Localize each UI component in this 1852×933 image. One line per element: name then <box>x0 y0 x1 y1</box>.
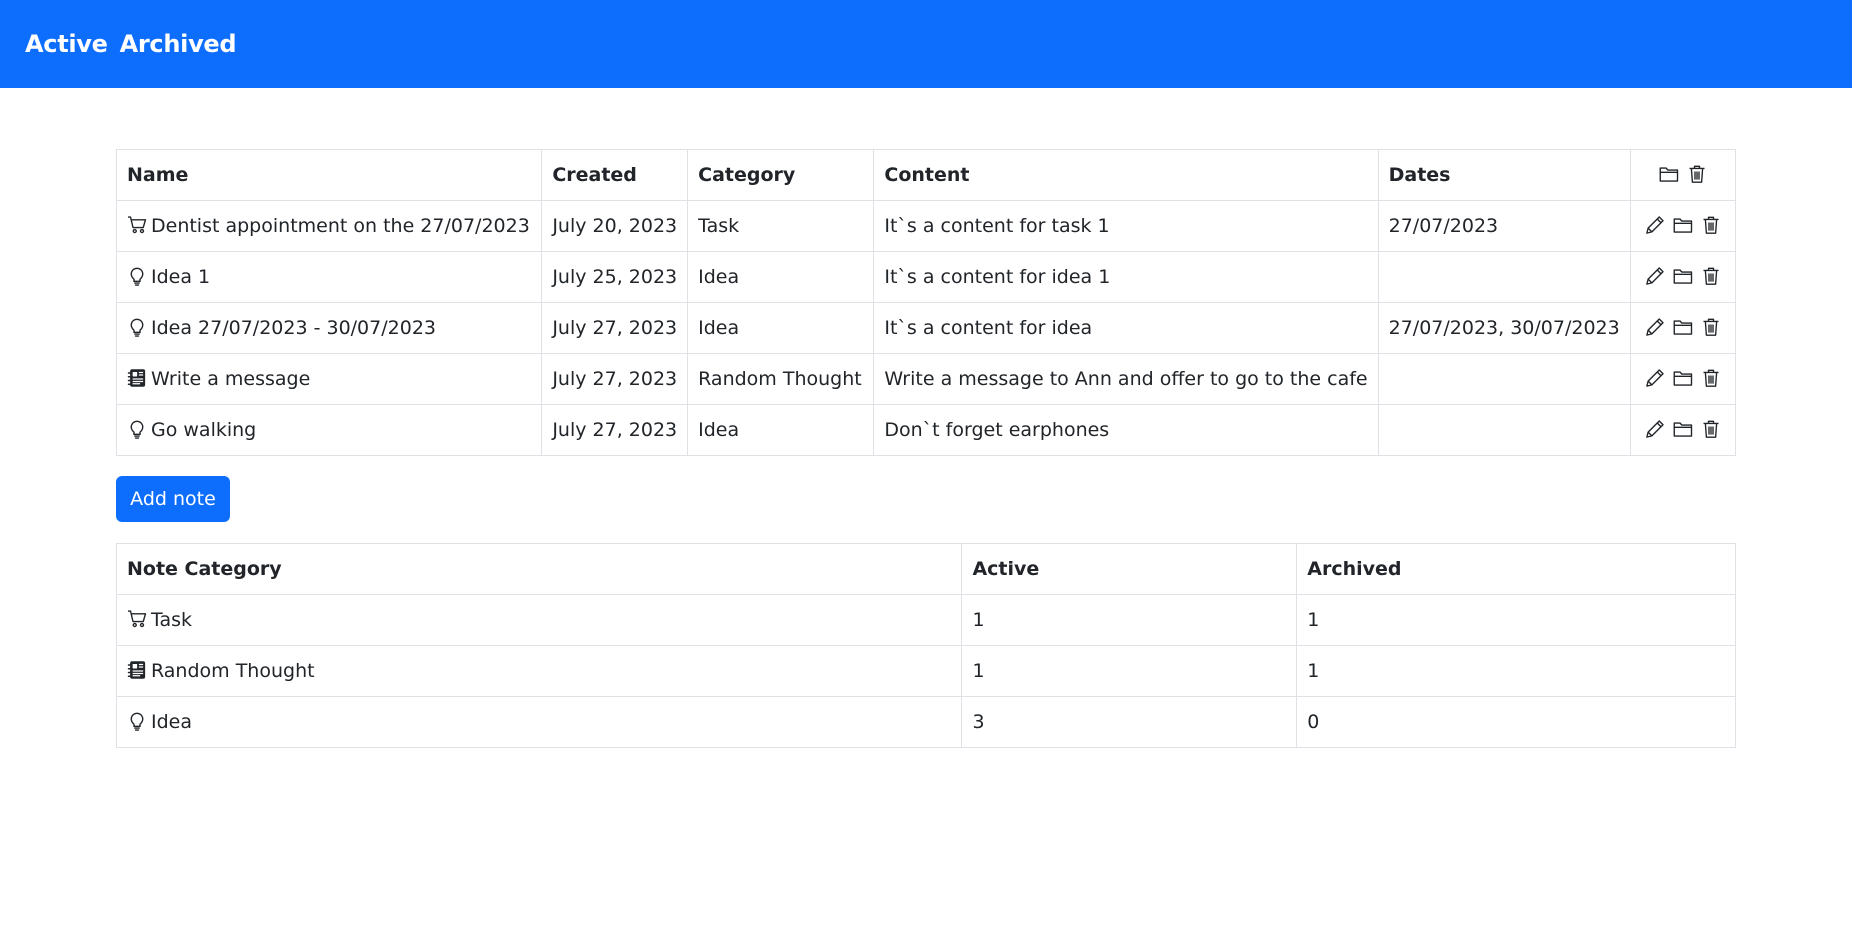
journal-icon <box>127 368 149 388</box>
note-name: Idea 27/07/2023 - 30/07/2023 <box>151 317 436 339</box>
note-dates-cell <box>1377 353 1631 405</box>
note-row: Write a message July 27, 2023 Random Thoug… <box>115 353 1737 405</box>
note-category-cell: Task <box>687 200 875 252</box>
category-stats-table: Note Category Active Archived Task 1 1 Rand… <box>115 543 1736 748</box>
header-category: Category <box>687 149 875 201</box>
lightbulb-icon <box>127 266 149 286</box>
note-row: Idea 1 July 25, 2023 Idea It`s a content fo… <box>115 251 1737 303</box>
delete-all-icon[interactable] <box>1687 164 1707 184</box>
edit-pencil-icon[interactable] <box>1645 215 1665 235</box>
note-created-cell: July 25, 2023 <box>541 251 689 303</box>
nav-link-archived[interactable]: Archived <box>120 30 237 58</box>
note-row: Go walking July 27, 2023 Idea Don`t forget … <box>115 404 1737 456</box>
journal-icon <box>127 660 149 680</box>
note-row: Dentist appointment on the 27/07/2023 Jul… <box>115 200 1737 252</box>
note-actions-cell <box>1629 404 1737 456</box>
note-category-cell: Idea <box>687 404 875 456</box>
stats-active-count: 1 <box>961 594 1298 646</box>
edit-pencil-icon[interactable] <box>1645 266 1665 286</box>
archive-folder-icon[interactable] <box>1673 368 1693 388</box>
delete-trash-icon[interactable] <box>1701 215 1721 235</box>
lightbulb-icon <box>127 711 149 731</box>
stats-category-cell: Random Thought <box>115 645 963 697</box>
note-content-cell: It`s a content for idea <box>873 302 1379 354</box>
archive-folder-icon[interactable] <box>1673 419 1693 439</box>
stats-category-name: Random Thought <box>151 660 315 682</box>
lightbulb-icon <box>127 419 149 439</box>
note-category-cell: Random Thought <box>687 353 875 405</box>
note-name-cell: Idea 27/07/2023 - 30/07/2023 <box>115 302 543 354</box>
note-content-cell: It`s a content for idea 1 <box>873 251 1379 303</box>
stats-row: Task 1 1 <box>115 594 1736 646</box>
header-content: Content <box>873 149 1379 201</box>
note-actions-cell <box>1629 302 1737 354</box>
stats-archived-count: 0 <box>1296 696 1736 748</box>
stats-archived-count: 1 <box>1296 594 1736 646</box>
delete-trash-icon[interactable] <box>1701 419 1721 439</box>
header-dates: Dates <box>1377 149 1631 201</box>
note-dates-cell: 27/07/2023 <box>1377 200 1631 252</box>
header-active: Active <box>961 543 1298 595</box>
note-actions-cell <box>1629 353 1737 405</box>
note-content-cell: It`s a content for task 1 <box>873 200 1379 252</box>
note-name-cell: Write a message <box>115 353 543 405</box>
stats-table-header-row: Note Category Active Archived <box>115 543 1736 595</box>
header-note-category: Note Category <box>115 543 963 595</box>
note-name: Write a message <box>151 368 311 390</box>
note-created-cell: July 27, 2023 <box>541 353 689 405</box>
note-actions-cell <box>1629 251 1737 303</box>
note-created-cell: July 27, 2023 <box>541 404 689 456</box>
delete-trash-icon[interactable] <box>1701 368 1721 388</box>
archive-folder-icon[interactable] <box>1673 215 1693 235</box>
archive-folder-icon[interactable] <box>1673 266 1693 286</box>
note-content-cell: Write a message to Ann and offer to go t… <box>873 353 1379 405</box>
stats-archived-count: 1 <box>1296 645 1736 697</box>
note-category-cell: Idea <box>687 302 875 354</box>
edit-pencil-icon[interactable] <box>1645 317 1665 337</box>
note-created-cell: July 27, 2023 <box>541 302 689 354</box>
stats-category-cell: Task <box>115 594 963 646</box>
stats-row: Idea 3 0 <box>115 696 1736 748</box>
stats-category-name: Idea <box>151 711 192 733</box>
lightbulb-icon <box>127 317 149 337</box>
add-note-button[interactable]: Add note <box>116 476 230 522</box>
edit-pencil-icon[interactable] <box>1645 368 1665 388</box>
stats-row: Random Thought 1 1 <box>115 645 1736 697</box>
note-dates-cell <box>1377 404 1631 456</box>
note-created-cell: July 20, 2023 <box>541 200 689 252</box>
header-name: Name <box>115 149 543 201</box>
note-name-cell: Idea 1 <box>115 251 543 303</box>
note-name-cell: Dentist appointment on the 27/07/2023 <box>115 200 543 252</box>
cart-icon <box>127 609 149 629</box>
note-content-cell: Don`t forget earphones <box>873 404 1379 456</box>
notes-table: Name Created Category Content Dates Dent… <box>115 149 1737 456</box>
top-navbar: Active Archived <box>0 0 1852 88</box>
nav-link-active[interactable]: Active <box>25 30 108 58</box>
stats-category-name: Task <box>151 609 193 631</box>
header-created: Created <box>541 149 689 201</box>
archive-folder-icon[interactable] <box>1673 317 1693 337</box>
archive-all-icon[interactable] <box>1659 164 1679 184</box>
note-name: Idea 1 <box>151 266 211 288</box>
note-category-cell: Idea <box>687 251 875 303</box>
stats-category-cell: Idea <box>115 696 963 748</box>
cart-icon <box>127 215 149 235</box>
delete-trash-icon[interactable] <box>1701 266 1721 286</box>
delete-trash-icon[interactable] <box>1701 317 1721 337</box>
note-name: Go walking <box>151 419 257 441</box>
notes-table-header-row: Name Created Category Content Dates <box>115 149 1737 201</box>
header-archived: Archived <box>1296 543 1736 595</box>
note-dates-cell <box>1377 251 1631 303</box>
note-name-cell: Go walking <box>115 404 543 456</box>
stats-active-count: 3 <box>961 696 1298 748</box>
note-dates-cell: 27/07/2023, 30/07/2023 <box>1377 302 1631 354</box>
header-actions <box>1629 149 1737 201</box>
note-actions-cell <box>1629 200 1737 252</box>
note-name: Dentist appointment on the 27/07/2023 <box>151 215 530 237</box>
edit-pencil-icon[interactable] <box>1645 419 1665 439</box>
stats-active-count: 1 <box>961 645 1298 697</box>
note-row: Idea 27/07/2023 - 30/07/2023 July 27, 202… <box>115 302 1737 354</box>
